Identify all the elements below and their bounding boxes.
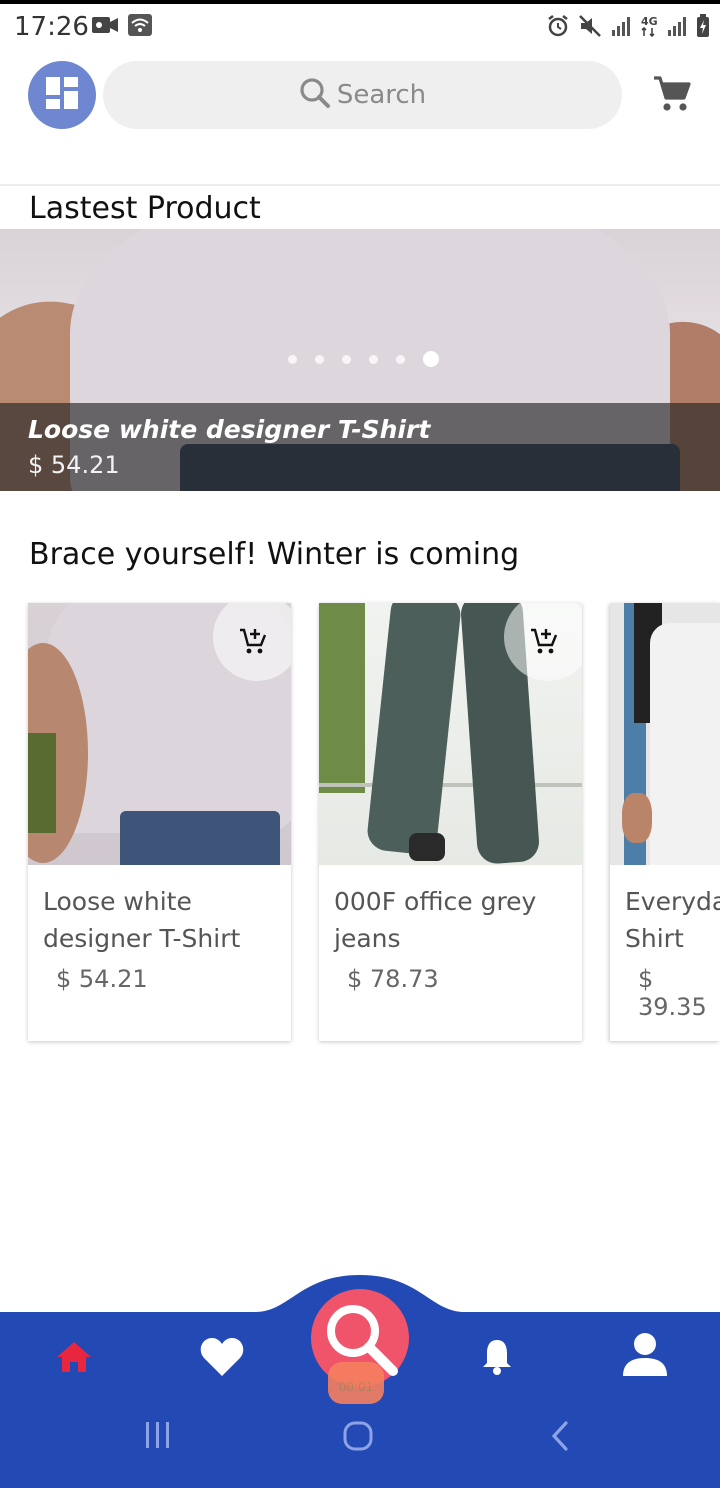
dashboard-icon [45,76,79,115]
search-placeholder: Search [336,80,427,110]
home-circle-icon[interactable] [342,1420,374,1457]
status-bar: 17:26 4G [0,4,720,48]
app-header: Search [0,48,720,186]
signal-icon [666,15,688,42]
banner-caption: Loose white designer T-Shirt $ 54.21 [0,403,720,491]
latest-product-carousel[interactable]: Loose white designer T-Shirt $ 54.21 [0,229,720,491]
heart-icon[interactable] [199,1336,245,1383]
add-cart-icon [240,628,267,654]
product-name: 000F office grey jeans [334,887,537,953]
home-icon[interactable] [55,1340,93,1379]
carousel-dot[interactable] [288,354,297,364]
screen-recording-indicator: 00:01 [328,1362,384,1404]
product-name: Everyday basic T-Shirt [625,887,720,953]
mute-icon [578,14,602,43]
carousel-dot[interactable] [342,354,351,364]
search-icon [299,77,331,114]
svg-text:4G: 4G [641,15,658,28]
signal-icon [610,15,632,42]
winter-section-title: Brace yourself! Winter is coming [29,537,520,572]
product-price: $ 39.35 [638,965,707,1021]
recent-apps-icon[interactable] [144,1420,172,1455]
alarm-icon [546,14,570,43]
carousel-dot[interactable] [369,354,378,364]
4g-icon: 4G [640,14,658,43]
bell-icon[interactable] [481,1336,513,1381]
product-image [610,603,720,865]
profile-icon[interactable] [621,1332,669,1383]
search-bar[interactable]: Search [103,61,622,129]
cart-icon [652,76,692,118]
latest-product-title: Lastest Product [29,191,261,226]
back-icon[interactable] [548,1420,572,1457]
product-name: Loose white designer T-Shirt [43,887,241,953]
wifi-icon [128,14,152,41]
banner-product-price: $ 54.21 [28,451,120,479]
recording-time: 00:01 [338,1380,374,1394]
product-card[interactable]: Loose white designer T-Shirt $ 54.21 [28,603,291,1041]
cart-button[interactable] [652,74,692,114]
bottom-navigation: 00:01 [0,1270,720,1488]
product-card[interactable]: 000F office grey jeans $ 78.73 [319,603,582,1041]
product-price: $ 54.21 [56,965,148,993]
add-cart-icon [531,628,558,654]
carousel-dot[interactable] [315,354,324,364]
status-time: 17:26 [14,12,89,42]
product-price: $ 78.73 [347,965,439,993]
carousel-dot[interactable] [396,354,405,364]
battery-charging-icon [696,14,710,43]
dashboard-menu-button[interactable] [28,61,96,129]
product-card[interactable]: Everyday basic T-Shirt $ 39.35 [610,603,720,1041]
banner-product-name: Loose white designer T-Shirt [28,415,431,444]
video-camera-icon [92,14,118,41]
carousel-dot-active[interactable] [423,351,439,367]
carousel-indicators [288,351,439,367]
